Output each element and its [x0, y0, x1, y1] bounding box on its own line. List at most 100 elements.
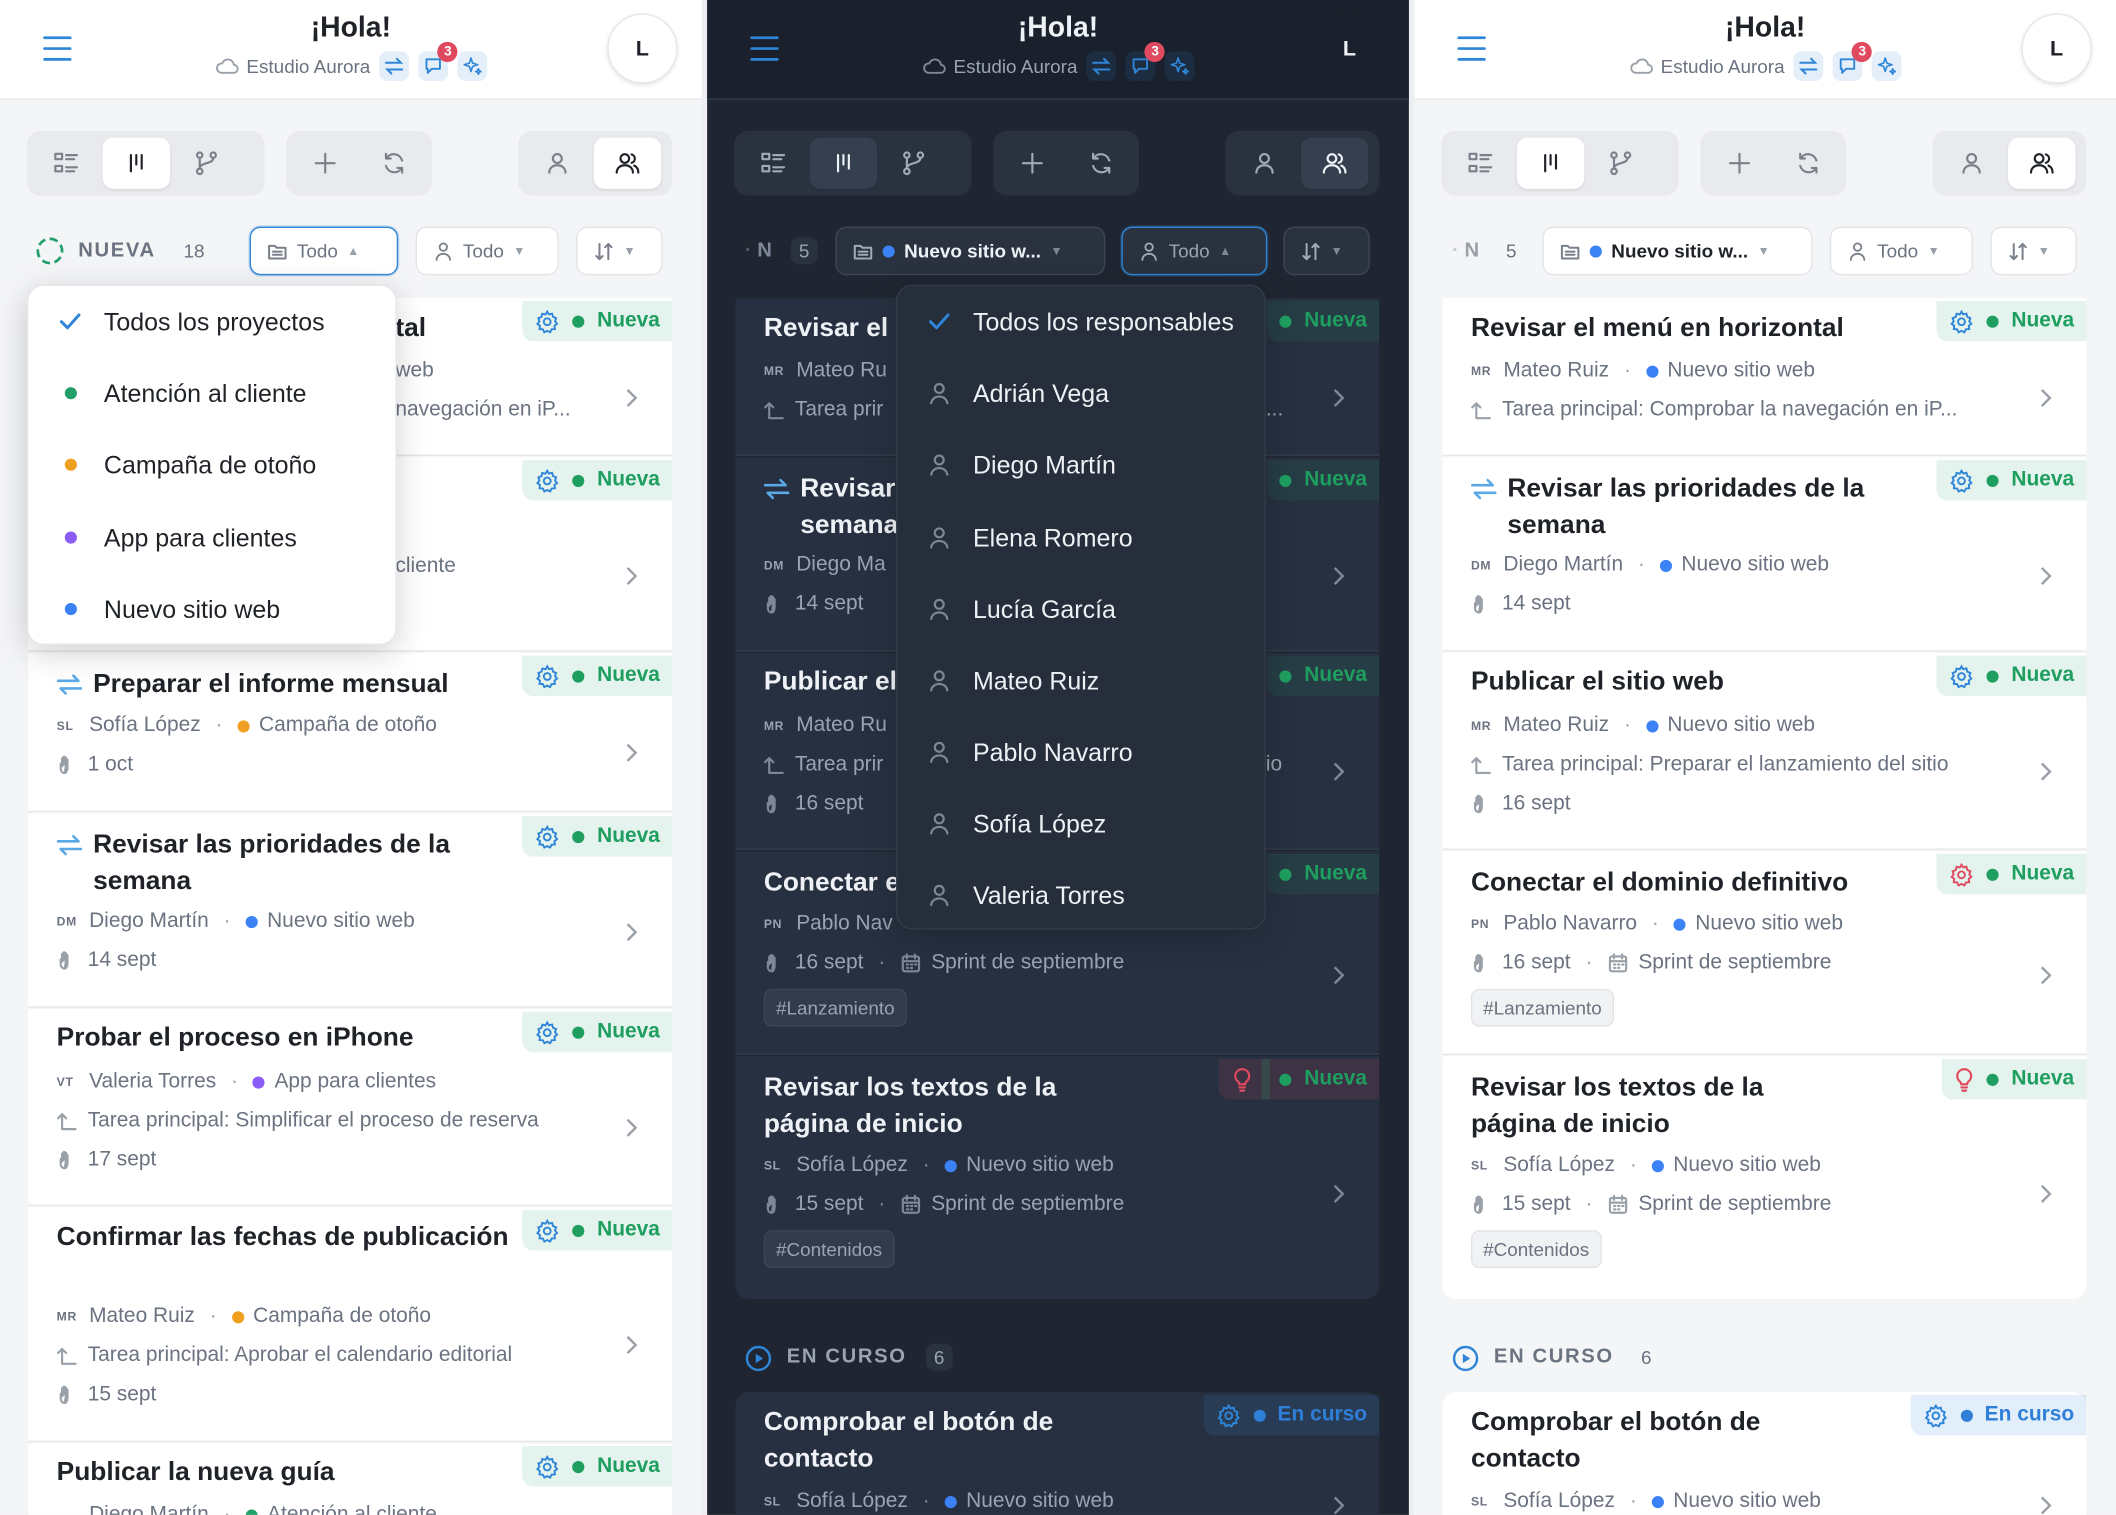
tag-badge[interactable]: #Lanzamiento	[763, 988, 907, 1027]
column-count: 5	[790, 237, 818, 265]
sync-button[interactable]	[1794, 51, 1824, 81]
task-card[interactable]: Revisar el menú en horizontal Nueva MR Ma…	[1442, 298, 2087, 456]
assignee-option-all[interactable]: Todos los responsables	[897, 286, 1264, 357]
recurring-icon	[57, 834, 83, 857]
assignee-option[interactable]: Sofía López	[897, 788, 1264, 859]
assignee-option[interactable]: Pablo Navarro	[897, 716, 1264, 787]
user-avatar[interactable]: L	[607, 13, 678, 84]
task-card[interactable]: Revisar los textos de la página de inici…	[1442, 1056, 2087, 1300]
tag-badge[interactable]: #Contenidos	[763, 1230, 895, 1269]
ai-button[interactable]	[458, 51, 488, 81]
task-card[interactable]: Preparar el informe mensual Nueva SL Sofí…	[28, 652, 673, 813]
task-card[interactable]: Conectar el dominio definitivo Nueva PN P…	[1442, 851, 2087, 1055]
user-avatar[interactable]: L	[2021, 13, 2092, 84]
ai-button[interactable]	[1165, 51, 1195, 81]
task-card[interactable]: Publicar el sitio web Nueva MR Mateo Ruiz…	[1442, 652, 2087, 850]
sort-chip[interactable]: ▼	[1990, 226, 2077, 276]
user-avatar[interactable]: L	[1314, 13, 1385, 84]
project-option-all[interactable]: Todos los proyectos	[28, 286, 395, 357]
team-tasks-button[interactable]	[593, 137, 662, 189]
branch-view-button[interactable]	[880, 138, 947, 189]
assignee-option[interactable]: Lucía García	[897, 573, 1264, 644]
list-view-button[interactable]	[740, 138, 807, 189]
assignee-option[interactable]: Adrián Vega	[897, 357, 1264, 428]
assignee-option[interactable]: Elena Romero	[897, 502, 1264, 573]
project-option[interactable]: Nuevo sitio web	[28, 573, 395, 644]
project-option[interactable]: Campaña de otoño	[28, 429, 395, 500]
chevron-right-icon	[1332, 387, 1345, 409]
assignee-filter-chip[interactable]: Todo ▼	[415, 226, 559, 276]
action-group	[993, 130, 1139, 196]
project-option[interactable]: App para clientes	[28, 502, 395, 573]
status-badge: Nueva	[1267, 300, 1380, 342]
list-view-icon	[54, 152, 79, 173]
branch-view-button[interactable]	[1587, 138, 1654, 189]
tag-badge[interactable]: #Lanzamiento	[1470, 988, 1614, 1027]
refresh-button[interactable]	[1775, 138, 1841, 189]
sync-button[interactable]	[379, 51, 410, 81]
board-view-button[interactable]	[102, 137, 171, 189]
messages-button[interactable]: 3	[1126, 41, 1166, 81]
recurring-icon	[57, 673, 83, 696]
messages-button[interactable]: 3	[1833, 41, 1873, 81]
team-tasks-button[interactable]	[1300, 137, 1369, 189]
task-card[interactable]: Revisar las prioridades de la semana Nue…	[1442, 457, 2087, 652]
assignee-option[interactable]: Mateo Ruiz	[897, 645, 1264, 716]
task-meta: SL Sofía López · Nuevo sitio web	[1470, 1153, 1821, 1177]
plus-icon	[314, 152, 336, 174]
board-view-button[interactable]	[809, 137, 878, 189]
assignee-option[interactable]: Valeria Torres	[897, 859, 1264, 930]
task-card[interactable]: Revisar las prioridades de la semana Nue…	[28, 813, 673, 1008]
add-button[interactable]	[999, 138, 1065, 189]
hand-icon	[1471, 793, 1493, 815]
messages-button[interactable]: 3	[418, 41, 459, 81]
task-card[interactable]: Revisar los textos de la página de inici…	[735, 1056, 1380, 1300]
team-tasks-button[interactable]	[2008, 137, 2076, 189]
project-dropdown: Todos los proyectos Atención al cliente …	[26, 284, 397, 645]
task-title: Comprobar el botón de contacto	[1470, 1407, 1761, 1474]
project-filter-chip[interactable]: Todo ▲	[249, 226, 399, 276]
task-card[interactable]: Probar el proceso en iPhone Nueva VT Vale…	[28, 1009, 673, 1207]
tag-badge[interactable]: #Contenidos	[1470, 1230, 1602, 1269]
list-view-button[interactable]	[32, 138, 99, 189]
project-option[interactable]: Atención al cliente	[28, 357, 395, 428]
calendar-icon	[1607, 952, 1629, 974]
view-switcher	[734, 130, 972, 196]
assignee-filter-chip[interactable]: Todo ▼	[1829, 226, 1973, 276]
hand-icon	[764, 594, 786, 616]
sync-button[interactable]	[1086, 51, 1117, 81]
list-view-button[interactable]	[1447, 138, 1514, 189]
assignee-filter-chip[interactable]: Todo ▲	[1121, 226, 1268, 276]
my-tasks-button[interactable]	[1231, 138, 1298, 189]
sync-icon	[1092, 57, 1111, 75]
task-card[interactable]: Comprobar el botón de contacto En curso …	[1442, 1392, 2087, 1515]
sort-chip[interactable]: ▼	[576, 226, 663, 276]
my-tasks-button[interactable]	[1938, 138, 2005, 189]
task-meta: DM Diego Martín · Nuevo sitio web	[56, 909, 415, 933]
workspace-name: Estudio Aurora	[953, 55, 1078, 77]
branch-view-button[interactable]	[173, 138, 240, 189]
refresh-button[interactable]	[1067, 138, 1133, 189]
task-card[interactable]: Comprobar el botón de contacto En curso …	[735, 1392, 1380, 1515]
chevron-right-icon	[625, 1334, 638, 1356]
project-filter-chip[interactable]: Nuevo sitio w... ▼	[1542, 226, 1813, 276]
project-filter-label: Nuevo sitio w...	[1611, 240, 1749, 262]
status-badge: Nueva	[1937, 655, 2087, 697]
add-button[interactable]	[1706, 138, 1772, 189]
add-button[interactable]	[291, 138, 357, 189]
sparkle-icon	[1878, 57, 1897, 76]
task-meta: SL Sofía López · Nuevo sitio web	[763, 1489, 1114, 1513]
sort-chip[interactable]: ▼	[1283, 226, 1370, 276]
project-filter-label: Nuevo sitio w...	[904, 240, 1041, 262]
action-group	[286, 130, 432, 196]
refresh-button[interactable]	[360, 138, 426, 189]
status-badge: Nueva	[1267, 853, 1380, 895]
assignee-option[interactable]: Diego Martín	[897, 429, 1264, 500]
app-header: ¡Hola! Estudio Aurora 3 L	[0, 0, 702, 100]
board-view-button[interactable]	[1516, 137, 1585, 189]
task-card[interactable]: Confirmar las fechas de publicación Nuev…	[28, 1207, 673, 1443]
ai-button[interactable]	[1872, 51, 1903, 81]
project-filter-chip[interactable]: Nuevo sitio w... ▼	[835, 226, 1106, 276]
task-card[interactable]: Publicar la nueva guía Nueva Diego Martí…	[28, 1443, 673, 1515]
my-tasks-button[interactable]	[524, 138, 591, 189]
